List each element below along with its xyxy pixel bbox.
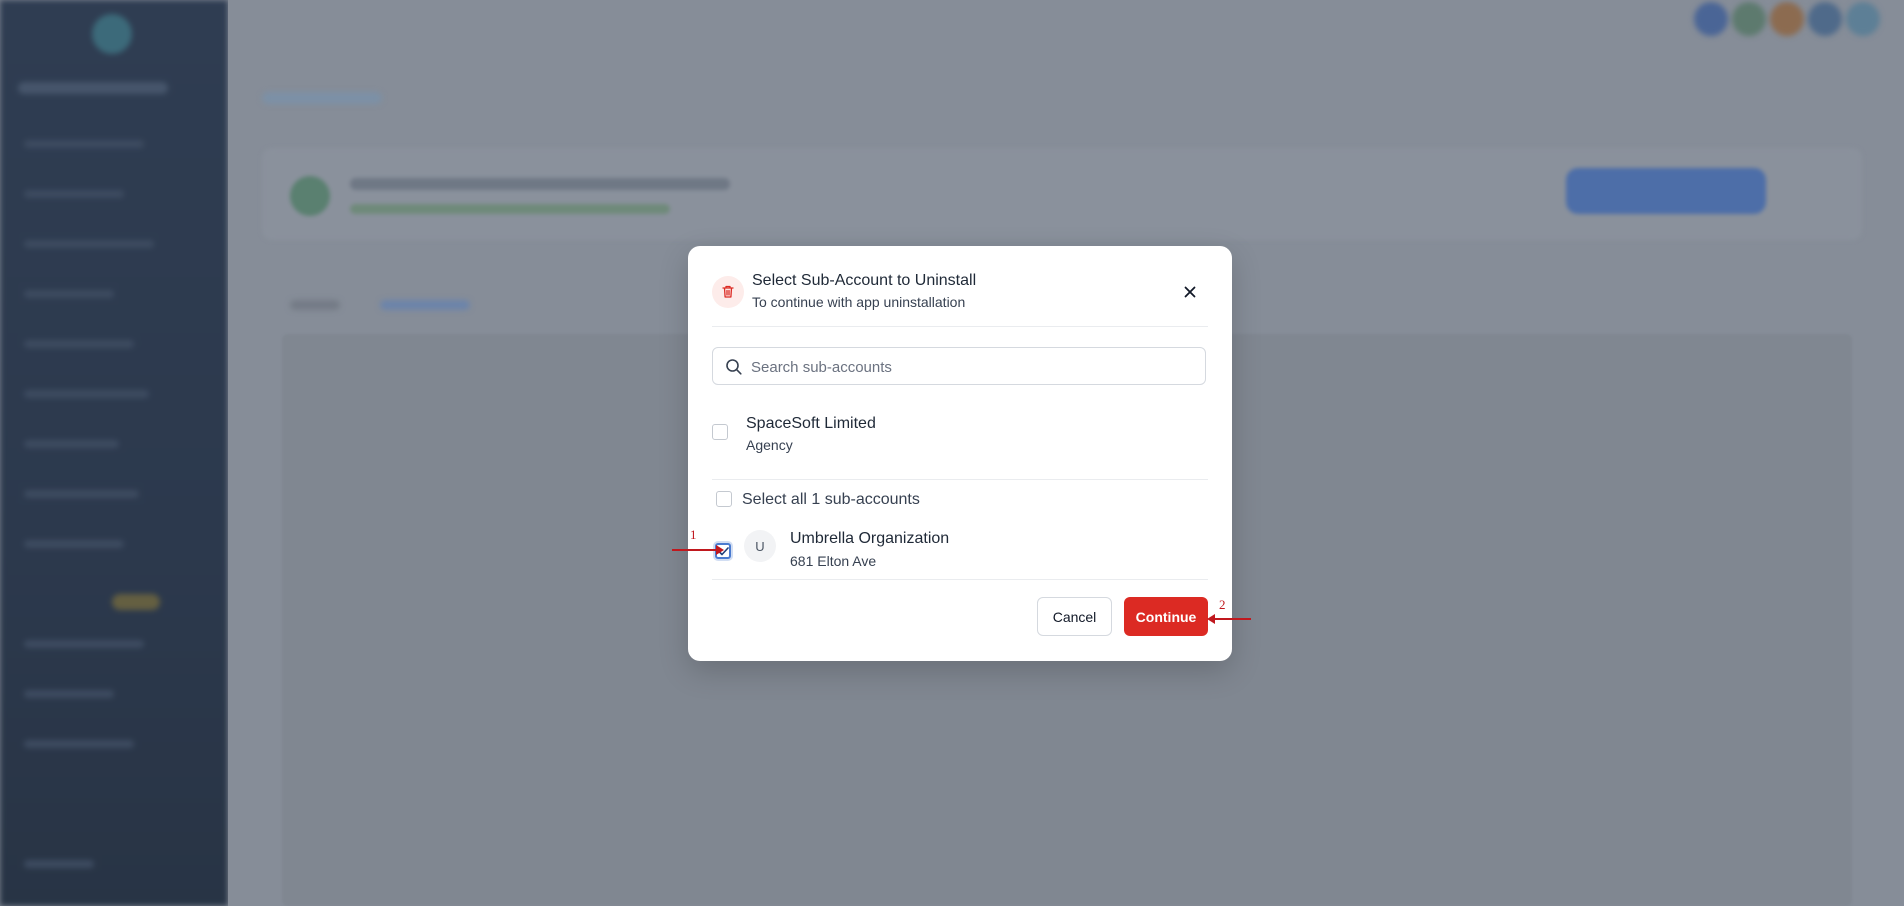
background-logo-text: [18, 82, 168, 94]
search-input[interactable]: [749, 354, 1193, 380]
background-nav-line: [24, 140, 144, 148]
continue-button[interactable]: Continue: [1124, 597, 1208, 636]
divider: [712, 479, 1208, 480]
close-icon: [1184, 286, 1196, 298]
background-nav-line: [24, 740, 134, 748]
select-all-label: Select all 1 sub-accounts: [742, 491, 920, 508]
background-nav-line: [24, 640, 144, 648]
modal-subtitle: To continue with app uninstallation: [752, 294, 966, 310]
background-nav-line: [24, 440, 119, 448]
divider: [712, 579, 1208, 580]
background-tabs: [290, 292, 490, 320]
background-nav-line: [24, 240, 154, 248]
select-all-checkbox[interactable]: [716, 491, 732, 507]
annotation-arrow-icon: [1207, 614, 1251, 624]
annotation-arrow-icon: [672, 545, 724, 555]
background-nav-line: [24, 490, 139, 498]
close-button[interactable]: [1178, 280, 1202, 304]
background-nav-line: [24, 690, 114, 698]
background-nav-line: [24, 540, 124, 548]
background-badge: [112, 594, 160, 610]
background-sidebar: [0, 0, 228, 906]
background-avatars: [1694, 0, 1904, 40]
cancel-button[interactable]: Cancel: [1037, 597, 1112, 636]
background-nav-line: [24, 860, 94, 868]
search-box: [712, 347, 1206, 385]
modal-header: Select Sub-Account to Uninstall To conti…: [712, 270, 1208, 327]
background-nav-line: [24, 290, 114, 298]
agency-name: SpaceSoft Limited: [746, 415, 876, 432]
search-icon: [726, 359, 742, 375]
annotation-number-1: 1: [690, 527, 697, 542]
background-nav-line: [24, 390, 149, 398]
trash-icon: [712, 276, 744, 308]
background-nav-line: [24, 340, 134, 348]
agency-checkbox[interactable]: [712, 424, 728, 440]
annotation-number-2: 2: [1219, 597, 1226, 612]
agency-type: Agency: [746, 437, 793, 453]
sub-account-name: Umbrella Organization: [790, 530, 950, 547]
avatar: U: [744, 530, 776, 562]
background-nav-line: [24, 190, 124, 198]
uninstall-modal: Select Sub-Account to Uninstall To conti…: [688, 246, 1232, 661]
background-logo: [92, 14, 132, 54]
sub-account-address: 681 Elton Ave: [790, 553, 877, 569]
modal-title: Select Sub-Account to Uninstall: [752, 272, 977, 289]
background-breadcrumb: [262, 92, 382, 104]
background-app-card: [262, 148, 1862, 240]
